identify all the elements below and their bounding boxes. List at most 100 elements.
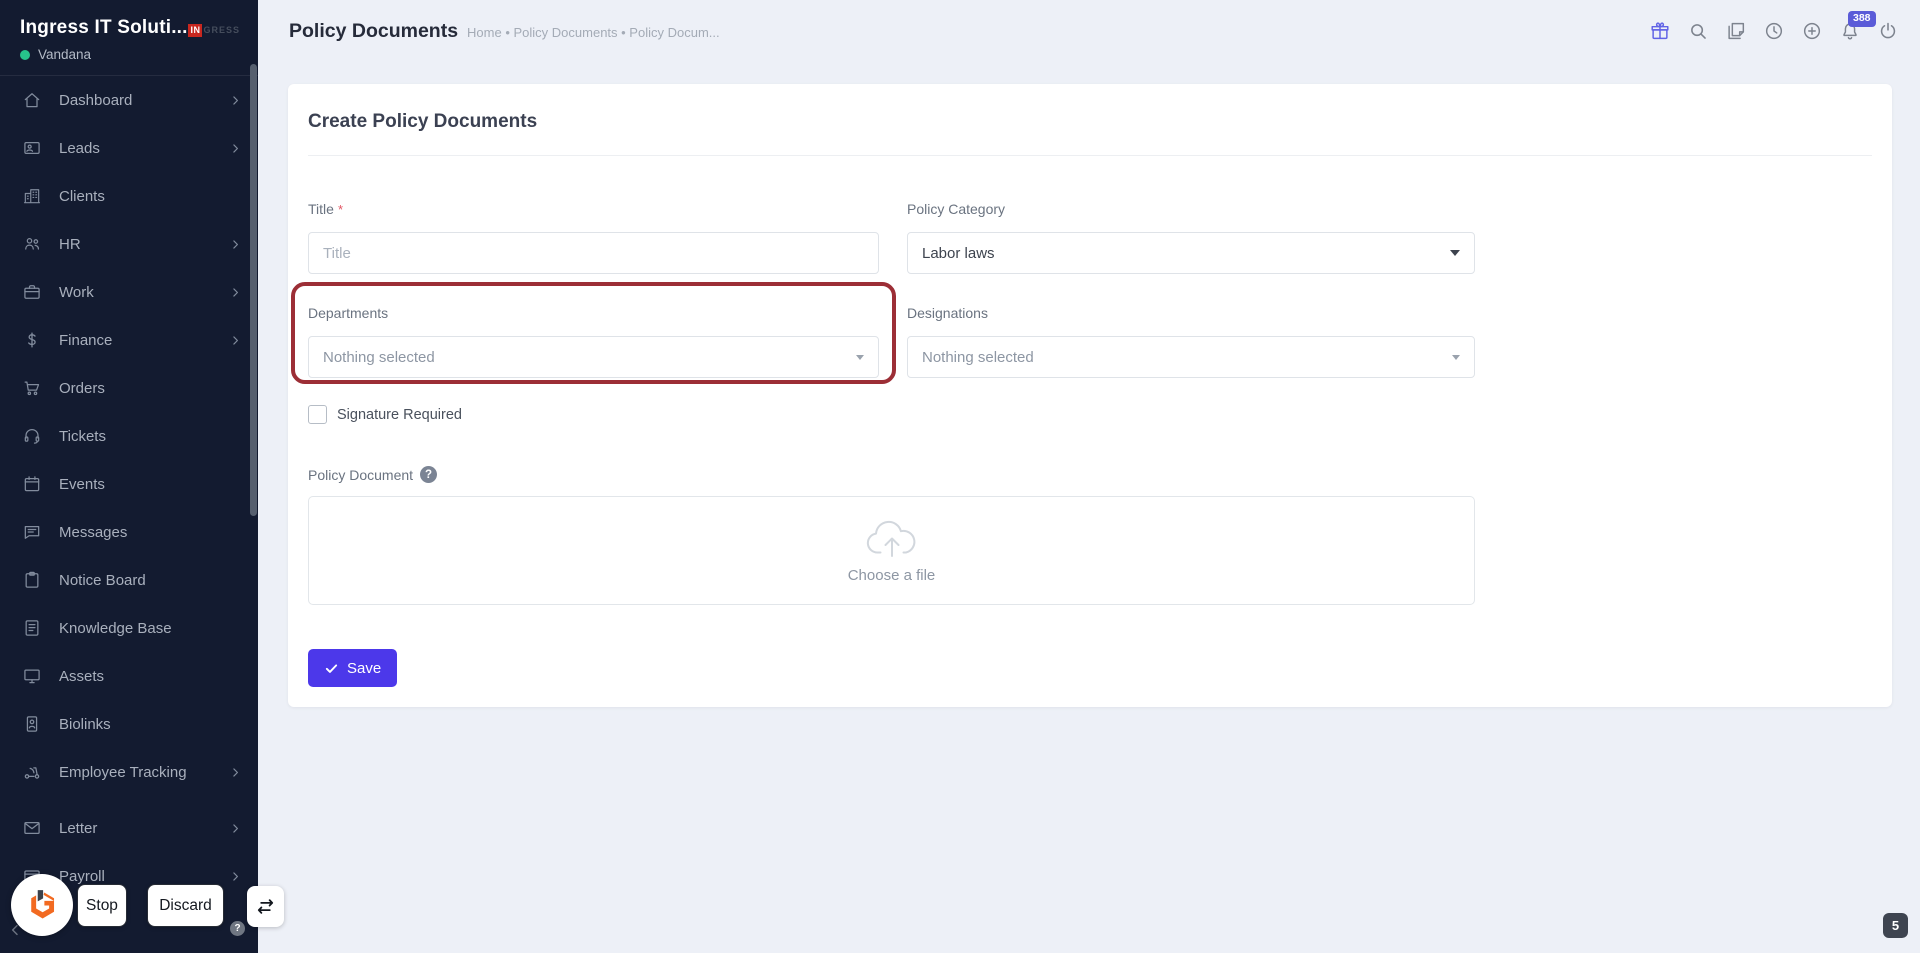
sidebar-item-employee-tracking[interactable]: Employee Tracking — [0, 748, 258, 796]
sidebar-item-label: Notice Board — [59, 572, 242, 589]
sidebar-item-hr[interactable]: HR — [0, 220, 258, 268]
topbar: Policy Documents Home • Policy Documents… — [258, 0, 1920, 62]
sidebar-item-label: Events — [59, 476, 242, 493]
notes-icon — [1725, 20, 1747, 42]
headset-icon — [22, 426, 42, 446]
save-button[interactable]: Save — [308, 649, 397, 687]
logout-button[interactable] — [1877, 20, 1899, 42]
designations-field-group: Designations Nothing selected — [907, 305, 1475, 378]
signature-required-checkbox[interactable] — [308, 405, 327, 424]
cloud-upload-icon — [865, 518, 919, 560]
sidebar-item-label: Letter — [59, 820, 229, 837]
designations-select[interactable]: Nothing selected — [907, 336, 1475, 378]
sidebar-item-label: Assets — [59, 668, 242, 685]
sidebar-header: Ingress IT Soluti... Vandana IN GRESS — [0, 0, 258, 75]
card-title: Create Policy Documents — [308, 84, 1872, 156]
chevron-down-icon — [1452, 355, 1460, 360]
calendar-icon — [22, 474, 42, 494]
sidebar-item-biolinks[interactable]: Biolinks — [0, 700, 258, 748]
policy-document-label: Policy Document — [308, 467, 413, 483]
sidebar-item-assets[interactable]: Assets — [0, 652, 258, 700]
title-input[interactable] — [308, 232, 879, 274]
sidebar: Ingress IT Soluti... Vandana IN GRESS Da… — [0, 0, 258, 953]
policy-category-select[interactable]: Labor laws — [907, 232, 1475, 274]
notification-count-badge: 388 — [1848, 11, 1876, 27]
policy-category-field-group: Policy Category Labor laws — [907, 201, 1475, 274]
departments-select[interactable]: Nothing selected — [308, 336, 879, 378]
sidebar-item-events[interactable]: Events — [0, 460, 258, 508]
user-name: Vandana — [38, 47, 91, 62]
chevron-down-icon — [856, 355, 864, 360]
id-card-icon — [22, 714, 42, 734]
recorder-logo-icon — [23, 886, 61, 924]
topbar-actions: 388 — [1649, 20, 1899, 42]
sidebar-item-notice-board[interactable]: Notice Board — [0, 556, 258, 604]
notes-button[interactable] — [1725, 20, 1747, 42]
sidebar-item-tickets[interactable]: Tickets — [0, 412, 258, 460]
discard-button[interactable]: Discard — [147, 884, 224, 927]
sidebar-item-label: Messages — [59, 524, 242, 541]
power-icon — [1877, 20, 1899, 42]
policy-form: Title* Policy Category Labor laws Depart… — [308, 201, 1475, 687]
gift-button[interactable] — [1649, 20, 1671, 42]
title-label: Title — [308, 201, 334, 217]
scooter-icon — [22, 762, 42, 782]
sidebar-item-orders[interactable]: Orders — [0, 364, 258, 412]
policy-category-value: Labor laws — [922, 245, 995, 262]
sidebar-item-label: Tickets — [59, 428, 242, 445]
monitor-icon — [22, 666, 42, 686]
building-icon — [22, 186, 42, 206]
main-area: Policy Documents Home • Policy Documents… — [258, 0, 1920, 953]
search-button[interactable] — [1687, 20, 1709, 42]
notifications-button[interactable]: 388 — [1839, 20, 1861, 42]
sidebar-item-clients[interactable]: Clients — [0, 172, 258, 220]
envelope-icon — [22, 818, 42, 838]
create-policy-card: Create Policy Documents Title* Policy Ca… — [288, 84, 1892, 707]
sidebar-item-work[interactable]: Work — [0, 268, 258, 316]
users-icon — [22, 234, 42, 254]
designations-label: Designations — [907, 305, 988, 321]
sidebar-item-dashboard[interactable]: Dashboard — [0, 76, 258, 124]
sidebar-item-label: Payroll — [59, 868, 229, 885]
person-card-icon — [22, 138, 42, 158]
search-icon — [1687, 20, 1709, 42]
clipboard-icon — [22, 570, 42, 590]
sidebar-item-finance[interactable]: Finance — [0, 316, 258, 364]
sidebar-menu: Dashboard Leads Clients HR Work Finance — [0, 76, 258, 900]
swap-button[interactable] — [247, 886, 284, 927]
chevron-right-icon — [229, 94, 242, 107]
user-row: Vandana — [20, 47, 238, 62]
page-count-badge: 5 — [1883, 913, 1908, 938]
clock-icon — [1763, 20, 1785, 42]
page-title: Policy Documents — [289, 20, 458, 43]
sidebar-item-leads[interactable]: Leads — [0, 124, 258, 172]
designations-value: Nothing selected — [922, 349, 1034, 366]
help-icon[interactable]: ? — [420, 466, 437, 483]
sidebar-item-label: HR — [59, 236, 229, 253]
chevron-right-icon — [229, 334, 242, 347]
online-status-dot — [20, 50, 30, 60]
sidebar-item-label: Biolinks — [59, 716, 242, 733]
recorder-logo-button[interactable] — [11, 874, 73, 936]
briefcase-icon — [22, 282, 42, 302]
policy-category-label: Policy Category — [907, 201, 1005, 217]
ingress-logo-suffix: GRESS — [203, 26, 240, 35]
history-button[interactable] — [1763, 20, 1785, 42]
sidebar-item-knowledge-base[interactable]: Knowledge Base — [0, 604, 258, 652]
ingress-logo: IN GRESS — [188, 24, 240, 37]
overlay-help-icon[interactable]: ? — [230, 921, 245, 936]
file-dropzone[interactable]: Choose a file — [308, 496, 1475, 605]
sidebar-item-label: Finance — [59, 332, 229, 349]
departments-value: Nothing selected — [323, 349, 435, 366]
sidebar-item-messages[interactable]: Messages — [0, 508, 258, 556]
gift-icon — [1649, 20, 1671, 42]
sidebar-item-label: Work — [59, 284, 229, 301]
departments-label: Departments — [308, 305, 388, 321]
sidebar-scrollbar[interactable] — [250, 64, 257, 516]
chevron-right-icon — [229, 870, 242, 883]
sidebar-item-letter[interactable]: Letter — [0, 804, 258, 852]
dollar-icon — [22, 330, 42, 350]
quick-add-button[interactable] — [1801, 20, 1823, 42]
breadcrumb: Home • Policy Documents • Policy Docum..… — [467, 25, 720, 40]
stop-button[interactable]: Stop — [77, 884, 127, 927]
